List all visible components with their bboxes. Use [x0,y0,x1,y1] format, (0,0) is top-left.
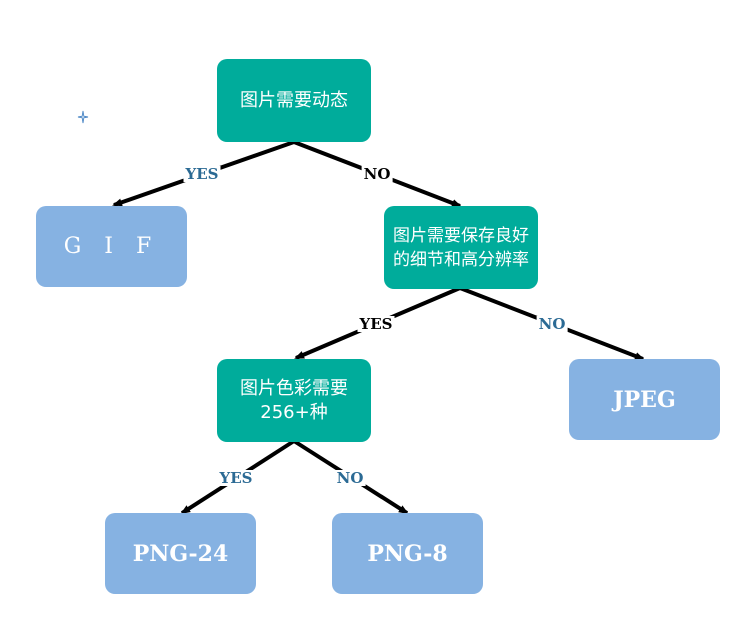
decision-node-detail[interactable]: 图片需要保存良好的细节和高分辨率 [384,206,538,289]
result-node-png24[interactable]: PNG-24 [105,513,256,594]
result-label-png24: PNG-24 [132,540,229,567]
result-label-jpeg: JPEG [613,386,676,413]
edge-label-dynamic-yes: YES [183,165,221,183]
result-label-gif: G I F [63,234,160,259]
result-label-png8: PNG-8 [367,540,448,567]
result-node-png8[interactable]: PNG-8 [332,513,483,594]
decision-node-dynamic[interactable]: 图片需要动态 [217,59,371,142]
edge-label-dynamic-no: NO [361,165,393,183]
result-node-jpeg[interactable]: JPEG [569,359,720,440]
decision-label-dynamic: 图片需要动态 [240,89,348,111]
decision-node-color[interactable]: 图片色彩需要256+种 [217,359,371,442]
flowchart-canvas: 图片需要动态 图片需要保存良好的细节和高分辨率 图片色彩需要256+种 G I … [0,0,751,637]
decision-label-color: 图片色彩需要256+种 [240,377,348,423]
sparkle-icon [77,110,89,124]
edge-label-detail-no: NO [536,315,568,333]
edge-label-detail-yes: YES [357,315,395,333]
edge-label-color-yes: YES [217,469,255,487]
result-node-gif[interactable]: G I F [36,206,187,287]
edge-label-color-no: NO [334,469,366,487]
decision-label-detail: 图片需要保存良好的细节和高分辨率 [393,225,529,270]
